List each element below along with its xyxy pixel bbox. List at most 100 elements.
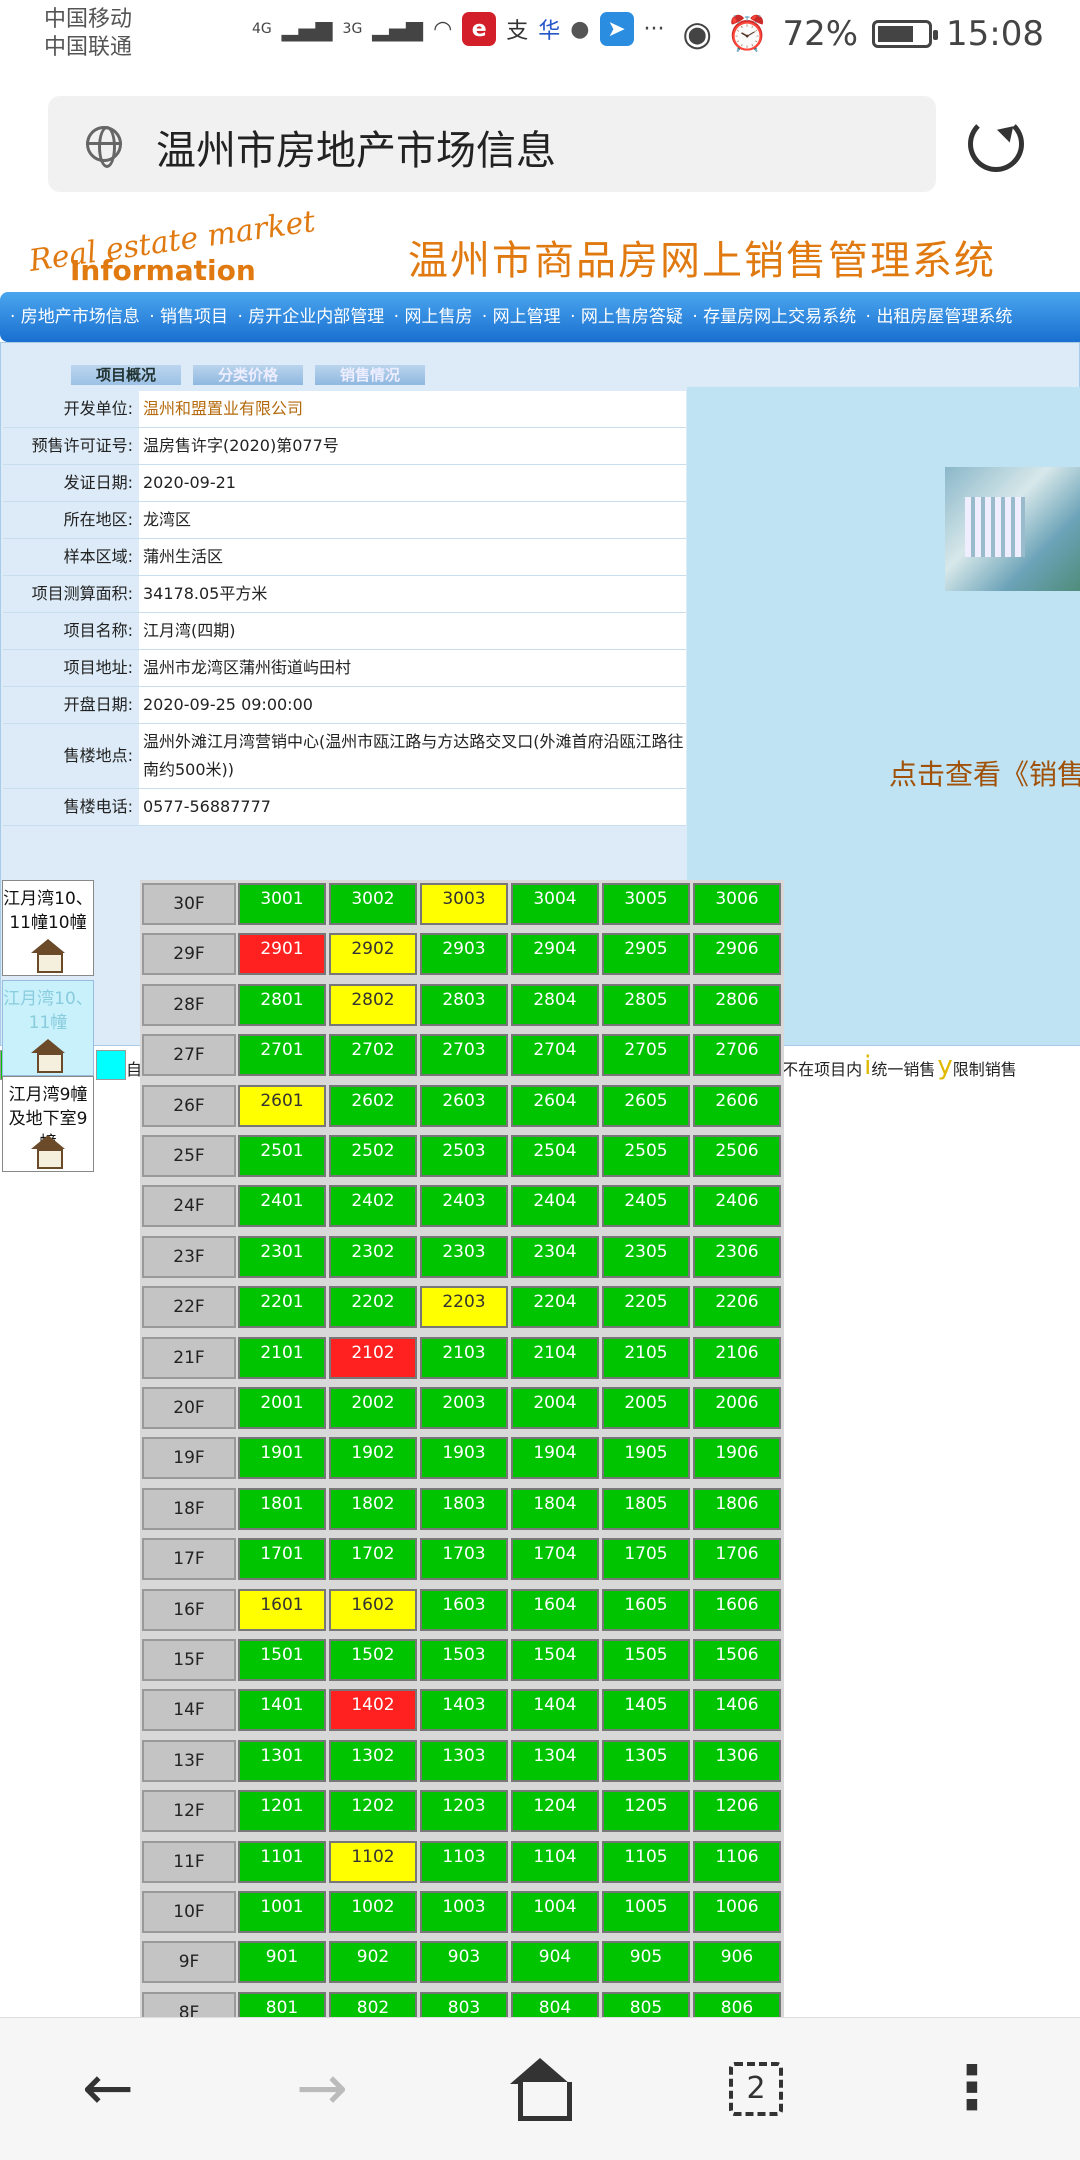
unit-cell[interactable]: 2304: [511, 1235, 599, 1278]
unit-cell[interactable]: 805: [602, 1991, 690, 2017]
unit-cell[interactable]: 1701: [238, 1538, 326, 1581]
unit-cell[interactable]: 2505: [602, 1135, 690, 1177]
nav-second-hand[interactable]: · 存量房网上交易系统: [692, 307, 856, 327]
home-button[interactable]: [500, 2058, 580, 2122]
unit-cell[interactable]: 1506: [693, 1639, 781, 1681]
unit-cell[interactable]: 1201: [238, 1790, 326, 1833]
tab-overview[interactable]: 项目概况: [71, 365, 181, 385]
unit-cell[interactable]: 1305: [602, 1739, 690, 1782]
nav-market-info[interactable]: · 房地产市场信息: [10, 307, 140, 327]
tabs-button[interactable]: 2: [716, 2058, 796, 2122]
unit-cell[interactable]: 2602: [329, 1084, 417, 1127]
unit-cell[interactable]: 1602: [329, 1588, 417, 1631]
unit-cell[interactable]: 905: [602, 1941, 690, 1984]
unit-cell[interactable]: 2603: [420, 1084, 508, 1127]
unit-cell[interactable]: 1706: [693, 1538, 781, 1581]
unit-cell[interactable]: 1303: [420, 1739, 508, 1782]
unit-cell[interactable]: 1104: [511, 1840, 599, 1883]
unit-cell[interactable]: 2201: [238, 1286, 326, 1329]
unit-cell[interactable]: 1003: [420, 1891, 508, 1933]
unit-cell[interactable]: 902: [329, 1941, 417, 1984]
address-bar[interactable]: 温州市房地产市场信息: [48, 96, 936, 192]
unit-cell[interactable]: 2702: [329, 1034, 417, 1077]
unit-cell[interactable]: 2706: [693, 1034, 781, 1077]
unit-cell[interactable]: 1703: [420, 1538, 508, 1581]
unit-cell[interactable]: 2303: [420, 1235, 508, 1278]
unit-cell[interactable]: 1006: [693, 1891, 781, 1933]
unit-cell[interactable]: 1106: [693, 1840, 781, 1883]
unit-cell[interactable]: 1401: [238, 1689, 326, 1732]
unit-cell[interactable]: 2806: [693, 983, 781, 1026]
unit-cell[interactable]: 2604: [511, 1084, 599, 1127]
unit-cell[interactable]: 1501: [238, 1639, 326, 1681]
nav-online-admin[interactable]: · 网上管理: [482, 307, 561, 327]
unit-cell[interactable]: 2004: [511, 1387, 599, 1429]
unit-cell[interactable]: 2405: [602, 1185, 690, 1228]
unit-cell[interactable]: 2006: [693, 1387, 781, 1429]
unit-cell[interactable]: 2703: [420, 1034, 508, 1077]
nav-faq[interactable]: · 网上售房答疑: [570, 307, 683, 327]
unit-cell[interactable]: 1206: [693, 1790, 781, 1833]
unit-cell[interactable]: 1404: [511, 1689, 599, 1732]
developer-link[interactable]: 温州和盟置业有限公司: [139, 391, 686, 427]
unit-cell[interactable]: 1805: [602, 1487, 690, 1530]
reload-icon[interactable]: [968, 116, 1024, 172]
building-tab-10-11-a[interactable]: 江月湾10、11幢10幢: [2, 880, 94, 976]
unit-cell[interactable]: 2202: [329, 1286, 417, 1329]
unit-cell[interactable]: 903: [420, 1941, 508, 1984]
unit-cell[interactable]: 2502: [329, 1135, 417, 1177]
unit-cell[interactable]: 2802: [329, 983, 417, 1026]
unit-cell[interactable]: 2401: [238, 1185, 326, 1228]
unit-cell[interactable]: 1304: [511, 1739, 599, 1782]
unit-cell[interactable]: 1905: [602, 1437, 690, 1480]
unit-cell[interactable]: 2203: [420, 1286, 508, 1329]
unit-cell[interactable]: 2301: [238, 1235, 326, 1278]
unit-cell[interactable]: 1902: [329, 1437, 417, 1480]
unit-cell[interactable]: 803: [420, 1991, 508, 2017]
unit-cell[interactable]: 1103: [420, 1840, 508, 1883]
unit-cell[interactable]: 1002: [329, 1891, 417, 1933]
unit-cell[interactable]: 1605: [602, 1588, 690, 1631]
unit-cell[interactable]: 2801: [238, 983, 326, 1026]
unit-cell[interactable]: 2206: [693, 1286, 781, 1329]
unit-cell[interactable]: 1903: [420, 1437, 508, 1480]
unit-cell[interactable]: 1402: [329, 1689, 417, 1732]
unit-cell[interactable]: 801: [238, 1991, 326, 2017]
unit-cell[interactable]: 1405: [602, 1689, 690, 1732]
unit-cell[interactable]: 3005: [602, 883, 690, 925]
unit-cell[interactable]: 1001: [238, 1891, 326, 1933]
unit-cell[interactable]: 904: [511, 1941, 599, 1984]
unit-cell[interactable]: 2906: [693, 933, 781, 976]
unit-cell[interactable]: 2302: [329, 1235, 417, 1278]
unit-cell[interactable]: 2704: [511, 1034, 599, 1077]
unit-cell[interactable]: 3003: [420, 883, 508, 925]
unit-cell[interactable]: 1604: [511, 1588, 599, 1631]
unit-cell[interactable]: 2606: [693, 1084, 781, 1127]
unit-cell[interactable]: 1504: [511, 1639, 599, 1681]
view-sales-doc-link[interactable]: 点击查看《销售: [889, 753, 1080, 793]
unit-cell[interactable]: 2403: [420, 1185, 508, 1228]
unit-cell[interactable]: 2001: [238, 1387, 326, 1429]
unit-cell[interactable]: 1406: [693, 1689, 781, 1732]
unit-cell[interactable]: 2003: [420, 1387, 508, 1429]
unit-cell[interactable]: 2501: [238, 1135, 326, 1177]
unit-cell[interactable]: 906: [693, 1941, 781, 1984]
unit-cell[interactable]: 2705: [602, 1034, 690, 1077]
unit-cell[interactable]: 1101: [238, 1840, 326, 1883]
unit-cell[interactable]: 1904: [511, 1437, 599, 1480]
unit-cell[interactable]: 2601: [238, 1084, 326, 1127]
unit-cell[interactable]: 2102: [329, 1336, 417, 1379]
unit-cell[interactable]: 2103: [420, 1336, 508, 1379]
back-button[interactable]: ←: [68, 2057, 148, 2122]
unit-cell[interactable]: 3006: [693, 883, 781, 925]
unit-cell[interactable]: 1802: [329, 1487, 417, 1530]
unit-cell[interactable]: 2204: [511, 1286, 599, 1329]
unit-cell[interactable]: 2503: [420, 1135, 508, 1177]
unit-cell[interactable]: 1105: [602, 1840, 690, 1883]
unit-cell[interactable]: 1301: [238, 1739, 326, 1782]
unit-cell[interactable]: 1403: [420, 1689, 508, 1732]
unit-cell[interactable]: 2904: [511, 933, 599, 976]
unit-cell[interactable]: 2804: [511, 983, 599, 1026]
unit-cell[interactable]: 2701: [238, 1034, 326, 1077]
unit-cell[interactable]: 1601: [238, 1588, 326, 1631]
